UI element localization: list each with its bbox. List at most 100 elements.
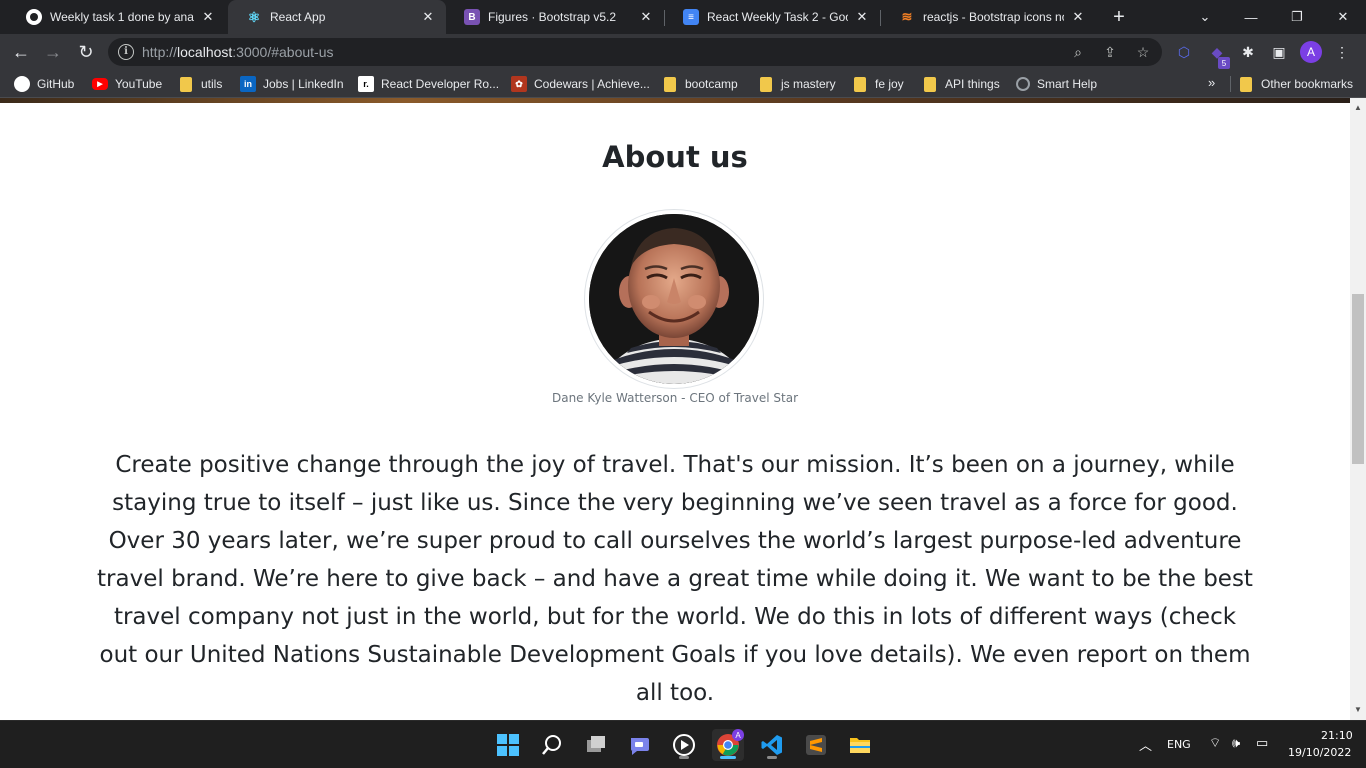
bookmark-github[interactable]: GitHub [14, 75, 74, 93]
bookmark-folder-api-things[interactable]: API things [922, 75, 1000, 93]
new-tab-button[interactable]: + [1108, 6, 1130, 28]
back-button[interactable]: ← [8, 39, 34, 65]
close-icon[interactable]: ✕ [1070, 9, 1086, 25]
close-icon[interactable]: ✕ [854, 9, 870, 25]
running-indicator [679, 756, 689, 759]
tab-google-docs[interactable]: ≡ React Weekly Task 2 - Google ✕ [665, 0, 880, 34]
tray-overflow-chevron-icon[interactable]: ︿ [1139, 735, 1152, 754]
folder-icon [1240, 76, 1252, 92]
tab-strip: Weekly task 1 done by anand ✕ ⚛ React Ap… [0, 0, 1366, 34]
windows-taskbar: A ︿ ENG ⌔ 🕪 ▭ 21:10 19/10/2022 [0, 720, 1366, 768]
profile-avatar[interactable]: A [1300, 41, 1322, 63]
reload-button[interactable]: ↻ [73, 39, 99, 65]
url-path: :3000/#about-us [232, 44, 334, 60]
page-viewport: About us Dane Kyle Watterson - CEO of Tr… [0, 98, 1350, 720]
media-player-button[interactable] [668, 729, 700, 761]
scrollbar-thumb[interactable] [1352, 294, 1364, 464]
bookmark-label: fe joy [875, 77, 904, 91]
close-icon[interactable]: ✕ [420, 9, 436, 25]
running-indicator [767, 756, 777, 759]
page-scrollbar[interactable]: ▲ ▼ [1350, 98, 1366, 720]
task-view-icon [587, 736, 605, 752]
close-icon[interactable]: ✕ [638, 9, 654, 25]
minimize-button[interactable]: — [1228, 0, 1274, 34]
teams-chat-button[interactable] [624, 729, 656, 761]
share-icon[interactable]: ⇪ [1100, 42, 1120, 62]
bookmark-other-bookmarks[interactable]: Other bookmarks [1238, 75, 1353, 93]
tab-stackoverflow[interactable]: ≋ reactjs - Bootstrap icons not ✕ [881, 0, 1096, 34]
roadmap-icon: r. [358, 76, 374, 92]
clock-date[interactable]: 19/10/2022 [1288, 746, 1351, 759]
start-button[interactable] [492, 729, 524, 761]
chrome-taskbar-button[interactable]: A [712, 729, 744, 761]
bookmarks-overflow-button[interactable]: » [1208, 75, 1215, 90]
bookmark-folder-fe-joy[interactable]: fe joy [852, 75, 904, 93]
url-text[interactable]: http://localhost:3000/#about-us [142, 44, 334, 60]
tab-search-button[interactable]: ⌄ [1182, 0, 1228, 34]
tab-react-app[interactable]: ⚛ React App ✕ [228, 0, 446, 34]
bookmark-smart-help[interactable]: Smart Help [1016, 75, 1097, 93]
bookmark-label: Smart Help [1037, 77, 1098, 91]
site-info-icon[interactable]: i [118, 44, 134, 60]
zoom-icon[interactable]: ⌕ [1068, 42, 1088, 62]
linkedin-icon: in [240, 76, 256, 92]
tab-title: Weekly task 1 done by anand [50, 10, 194, 24]
tab-title: React Weekly Task 2 - Google [707, 10, 848, 24]
windows-logo-icon [497, 734, 519, 756]
bookmark-star-icon[interactable]: ☆ [1133, 42, 1153, 62]
side-panel-icon[interactable]: ▣ [1268, 41, 1290, 63]
vscode-button[interactable] [756, 729, 788, 761]
extensions-icon[interactable]: ✱ [1237, 41, 1259, 63]
search-icon [542, 735, 561, 755]
bookmarks-divider [1230, 76, 1231, 92]
ceo-portrait-figure [584, 209, 764, 389]
ceo-portrait-image [589, 214, 759, 384]
tab-github-weekly-task[interactable]: Weekly task 1 done by anand ✕ [8, 0, 226, 34]
tab-bootstrap-figures[interactable]: B Figures · Bootstrap v5.2 ✕ [446, 0, 664, 34]
extension-badge: 5 [1218, 57, 1230, 69]
bookmark-label: utils [201, 77, 223, 91]
file-explorer-button[interactable] [844, 729, 876, 761]
chat-icon [631, 738, 649, 755]
menu-kebab-icon[interactable]: ⋮ [1331, 41, 1353, 63]
tab-title: reactjs - Bootstrap icons not [923, 10, 1064, 24]
bookmark-react-roadmap[interactable]: r. React Developer Ro... [358, 75, 499, 93]
close-window-button[interactable]: ✕ [1320, 0, 1366, 34]
address-bar[interactable]: i http://localhost:3000/#about-us ⌕ ⇪ ☆ [108, 38, 1162, 66]
figure-caption: Dane Kyle Watterson - CEO of Travel Star [551, 391, 799, 405]
scroll-up-arrow-icon[interactable]: ▲ [1350, 100, 1366, 116]
bookmark-linkedin-jobs[interactable]: in Jobs | LinkedIn [240, 75, 344, 93]
page-title: About us [602, 140, 748, 174]
bookmarks-bar: GitHub ▶ YouTube utils in Jobs | LinkedI… [0, 70, 1366, 98]
url-host: localhost [177, 44, 233, 60]
clock-time[interactable]: 21:10 [1321, 729, 1353, 742]
active-indicator [720, 756, 736, 759]
vscode-icon [761, 735, 782, 755]
bookmark-folder-bootcamp[interactable]: bootcamp [662, 75, 738, 93]
bookmark-codewars[interactable]: ✿ Codewars | Achieve... [511, 75, 650, 93]
mission-paragraph: Create positive change through the joy o… [97, 452, 1253, 706]
codewars-icon: ✿ [511, 76, 527, 92]
scroll-down-arrow-icon[interactable]: ▼ [1350, 702, 1366, 718]
volume-icon[interactable]: 🕪 [1232, 735, 1240, 751]
stackoverflow-icon: ≋ [901, 9, 913, 24]
close-icon[interactable]: ✕ [200, 9, 216, 25]
task-view-button[interactable] [580, 729, 612, 761]
battery-icon[interactable]: ▭ [1256, 735, 1268, 751]
extension-hexagon-icon[interactable]: ⬡ [1173, 41, 1195, 63]
bookmark-folder-js-mastery[interactable]: js mastery [758, 75, 836, 93]
bookmark-folder-utils[interactable]: utils [178, 75, 222, 93]
forward-button[interactable]: → [40, 39, 66, 65]
wifi-icon[interactable]: ⌔ [1209, 735, 1221, 751]
bookmark-label: API things [945, 77, 1000, 91]
chrome-profile-badge: A [732, 729, 744, 741]
sublime-text-button[interactable] [800, 729, 832, 761]
bookmark-label: Codewars | Achieve... [534, 77, 650, 91]
folder-icon [850, 738, 870, 753]
bookmark-youtube[interactable]: ▶ YouTube [92, 75, 162, 93]
restore-button[interactable]: ❐ [1274, 0, 1320, 34]
folder-icon [854, 76, 866, 92]
sublime-text-icon [806, 735, 826, 755]
input-language-indicator[interactable]: ENG [1167, 738, 1191, 751]
taskbar-search-button[interactable] [536, 729, 568, 761]
